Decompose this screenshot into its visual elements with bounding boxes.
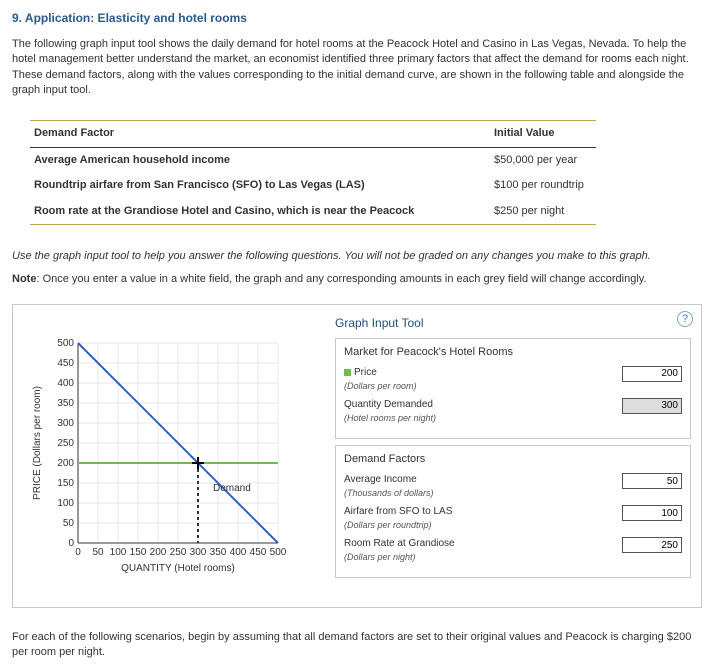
y-axis-label: PRICE (Dollars per room) [32,386,43,500]
factors-panel: Demand Factors Average Income (Thousands… [335,445,691,578]
svg-text:400: 400 [230,547,247,558]
svg-text:50: 50 [92,547,104,558]
svg-text:500: 500 [270,547,287,558]
x-axis-label: QUANTITY (Hotel rooms) [121,563,235,574]
svg-text:350: 350 [210,547,227,558]
chart-area[interactable]: Demand 050100150200250300350400450500 05… [23,315,323,593]
question-title: 9. Application: Elasticity and hotel roo… [12,10,703,27]
svg-text:200: 200 [150,547,167,558]
svg-text:350: 350 [57,398,74,409]
svg-text:300: 300 [190,547,207,558]
price-input[interactable] [622,366,682,382]
intro-paragraph: The following graph input tool shows the… [12,37,703,99]
factor-cell: Average American household income [30,147,490,173]
price-sub: (Dollars per room) [344,381,417,391]
airfare-label: Airfare from SFO to LAS [344,506,452,517]
note-text: Note: Once you enter a value in a white … [12,272,703,287]
svg-text:150: 150 [57,478,74,489]
svg-text:400: 400 [57,378,74,389]
svg-text:0: 0 [68,538,74,549]
svg-text:50: 50 [63,518,75,529]
note-rest: : Once you enter a value in a white fiel… [36,273,646,285]
grandiose-input[interactable] [622,537,682,553]
qty-label: Quantity Demanded [344,399,433,410]
airfare-input[interactable] [622,505,682,521]
demand-factors-table: Demand Factor Initial Value Average Amer… [30,120,596,225]
grandiose-label: Room Rate at Grandiose [344,538,455,549]
instruction-text: Use the graph input tool to help you ans… [12,249,703,264]
market-title: Market for Peacock's Hotel Rooms [344,345,682,360]
demand-legend: Demand [213,483,251,494]
price-color-marker [344,369,351,376]
income-input[interactable] [622,473,682,489]
col-header-factor: Demand Factor [30,121,490,147]
qty-sub: (Hotel rooms per night) [344,413,436,423]
svg-text:150: 150 [130,547,147,558]
value-cell: $250 per night [490,199,596,225]
col-header-value: Initial Value [490,121,596,147]
demand-chart-svg[interactable]: Demand 050100150200250300350400450500 05… [28,333,318,593]
tool-title: Graph Input Tool [335,315,691,332]
svg-text:250: 250 [57,438,74,449]
svg-text:250: 250 [170,547,187,558]
factor-cell: Room rate at the Grandiose Hotel and Cas… [30,199,490,225]
svg-text:100: 100 [110,547,127,558]
svg-text:100: 100 [57,498,74,509]
svg-text:200: 200 [57,458,74,469]
svg-text:500: 500 [57,338,74,349]
grandiose-sub: (Dollars per night) [344,552,416,562]
value-cell: $50,000 per year [490,147,596,173]
graph-input-tool: ? Demand [12,304,702,608]
svg-text:450: 450 [250,547,267,558]
income-label: Average Income [344,474,417,485]
svg-text:300: 300 [57,418,74,429]
market-panel: Market for Peacock's Hotel Rooms Price (… [335,338,691,439]
svg-text:450: 450 [57,358,74,369]
income-sub: (Thousands of dollars) [344,488,434,498]
qty-output [622,398,682,414]
value-cell: $100 per roundtrip [490,173,596,198]
help-icon[interactable]: ? [677,311,693,327]
svg-text:0: 0 [75,547,81,558]
price-label: Price [354,367,377,378]
scenario-prompt: For each of the following scenarios, beg… [12,630,703,661]
note-bold: Note [12,273,36,285]
factor-cell: Roundtrip airfare from San Francisco (SF… [30,173,490,198]
factors-title: Demand Factors [344,452,682,467]
airfare-sub: (Dollars per roundtrip) [344,520,432,530]
